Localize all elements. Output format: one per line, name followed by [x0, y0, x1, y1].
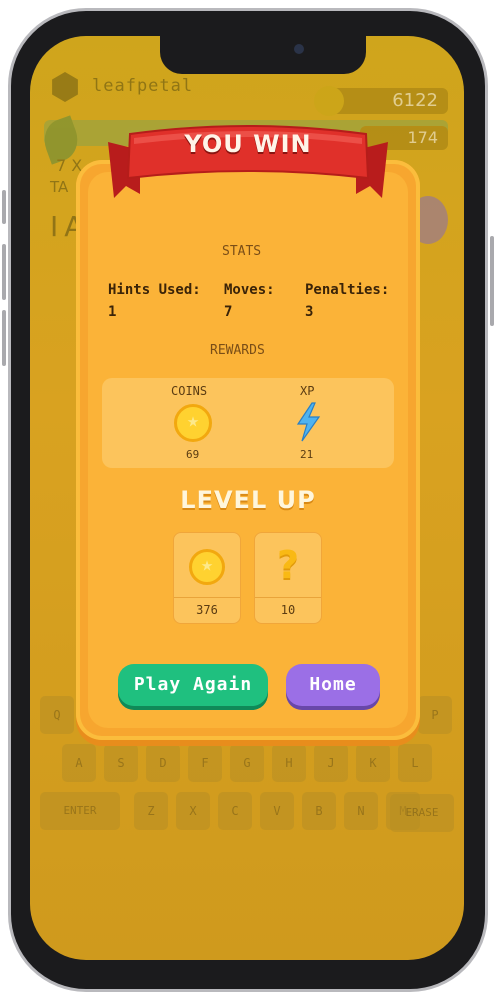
phone-notch [160, 36, 366, 74]
power-button [490, 236, 494, 326]
camera-icon [294, 44, 304, 54]
key[interactable]: J [314, 744, 348, 782]
bg-text-line1: 7 X [56, 156, 83, 175]
key[interactable]: D [146, 744, 180, 782]
moves-label: Moves: [224, 282, 275, 298]
coin-icon [314, 86, 344, 116]
rewards-title: REWARDS [210, 343, 265, 358]
tile-divider [255, 597, 321, 598]
xp-reward-value: 21 [300, 448, 314, 461]
enter-key[interactable]: ENTER [40, 792, 120, 830]
key[interactable]: B [302, 792, 336, 830]
tile-divider [174, 597, 240, 598]
coins-reward-value: 69 [186, 448, 200, 461]
key[interactable]: G [230, 744, 264, 782]
moves-value: 7 [224, 304, 233, 320]
question-icon: ? [276, 543, 300, 587]
key[interactable]: S [104, 744, 138, 782]
erase-key[interactable]: ERASE [390, 794, 454, 832]
level-up-hints-value: 10 [280, 603, 296, 617]
key[interactable]: Q [40, 696, 74, 734]
play-again-button[interactable]: Play Again [118, 664, 268, 706]
banner-text: YOU WIN [184, 130, 312, 158]
penalties-label: Penalties: [305, 282, 390, 298]
key[interactable]: P [418, 696, 452, 734]
level-up-coins-value: 376 [196, 603, 218, 617]
key[interactable]: H [272, 744, 306, 782]
key[interactable]: X [176, 792, 210, 830]
bg-text-line2: TA [50, 178, 69, 196]
volume-up-button [2, 244, 6, 300]
hints-used-value: 1 [108, 304, 117, 320]
hints-used-label: Hints Used: [108, 282, 201, 298]
key[interactable]: K [356, 744, 390, 782]
key[interactable]: V [260, 792, 294, 830]
key[interactable]: L [398, 744, 432, 782]
rewards-panel [102, 378, 394, 468]
coin-icon: ★ [189, 549, 225, 585]
key[interactable]: F [188, 744, 222, 782]
brand-name: leafpetal [92, 76, 194, 96]
level-up-title: LEVEL UP [180, 486, 316, 514]
level-up-coins-tile: ★ 376 [173, 532, 241, 624]
key[interactable]: N [344, 792, 378, 830]
level-up-hints-tile: ? 10 [254, 532, 322, 624]
win-banner: YOU WIN [100, 120, 396, 206]
home-button[interactable]: Home [286, 664, 380, 706]
coins-reward-label: COINS [171, 384, 208, 398]
key[interactable]: Z [134, 792, 168, 830]
coin-icon: ★ [174, 404, 212, 442]
penalties-value: 3 [305, 304, 314, 320]
stats-title: STATS [222, 244, 262, 259]
xp-reward-label: XP [300, 384, 315, 398]
logo-icon [52, 72, 78, 102]
lightning-icon [296, 402, 321, 442]
key[interactable]: A [62, 744, 96, 782]
key[interactable]: C [218, 792, 252, 830]
mute-switch [2, 190, 6, 224]
volume-down-button [2, 310, 6, 366]
